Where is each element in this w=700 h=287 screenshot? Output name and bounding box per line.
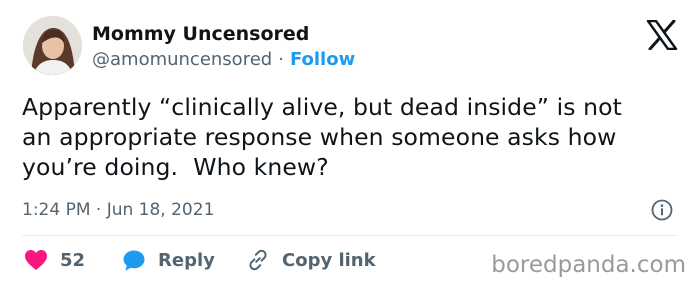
speech-bubble-icon [123,250,145,271]
profile-photo [23,16,82,75]
heart-icon [25,250,47,270]
watermark: boredpanda.com [491,252,686,278]
author-handle-row: @amomuncensored · Follow [92,48,355,72]
like-button[interactable]: 52 [24,248,85,272]
divider [22,235,678,236]
separator-dot: · [278,49,284,70]
link-icon [249,249,267,271]
follow-button[interactable]: Follow [290,49,355,70]
info-icon[interactable] [651,199,673,221]
tweet-text: Apparently “clinically alive, but dead i… [22,93,622,181]
copy-link-button[interactable]: Copy link [246,248,376,272]
author-handle[interactable]: @amomuncensored [92,49,272,70]
reply-label: Reply [158,249,215,271]
copy-link-label: Copy link [282,249,376,271]
like-count: 52 [60,249,86,271]
tweet-timestamp[interactable]: 1:24 PM · Jun 18, 2021 [22,199,214,221]
author-display-name[interactable]: Mommy Uncensored [92,22,309,46]
reply-button[interactable]: Reply [122,248,215,272]
x-logo-icon[interactable] [646,19,678,51]
avatar[interactable] [23,16,82,75]
